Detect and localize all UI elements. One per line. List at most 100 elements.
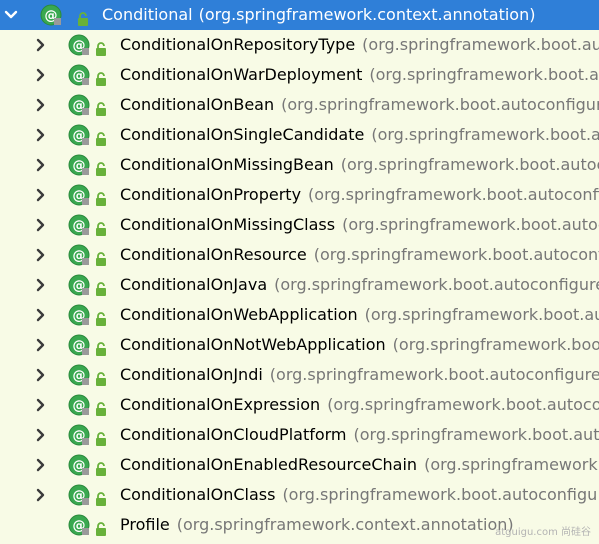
chevron-right-icon[interactable] [33, 300, 51, 330]
class-name: ConditionalOnExpression [120, 395, 321, 414]
chevron-right-icon[interactable] [33, 30, 51, 60]
package-name: (org.springframework.boot.autoc [340, 155, 599, 174]
tree-row[interactable]: @ ConditionalOnClass (org.springframework.… [0, 480, 599, 510]
chevron-right-icon[interactable] [33, 150, 51, 180]
annotation-icon: @ [68, 454, 90, 476]
class-name: ConditionalOnSingleCandidate [120, 125, 365, 144]
chevron-right-icon[interactable] [33, 210, 51, 240]
tree-row[interactable]: @ ConditionalOnWarDeployment (org.springfr… [0, 60, 599, 90]
chevron-right-icon[interactable] [33, 480, 51, 510]
tree-row-text: ConditionalOnClass (org.springframework.b… [120, 480, 597, 510]
lock-icon [94, 367, 108, 386]
package-name: (org.springframework [424, 455, 598, 474]
tree-row[interactable]: @ ConditionalOnBean (org.springframework.b… [0, 90, 599, 120]
annotation-icon: @ [68, 244, 90, 266]
package-name: (org.springframework.boot. [392, 335, 599, 354]
annotation-icon: @ [68, 64, 90, 86]
annotation-icon: @ [40, 4, 62, 26]
class-name: ConditionalOnMissingClass [120, 215, 336, 234]
chevron-right-icon[interactable] [33, 330, 51, 360]
lock-icon [94, 337, 108, 356]
class-name: Profile [120, 515, 170, 534]
package-name: (org.springframework.boot.au [362, 35, 599, 54]
tree-row[interactable]: @ ConditionalOnJava (org.springframework.b… [0, 270, 599, 300]
annotation-icon: @ [68, 514, 90, 536]
class-name: ConditionalOnEnabledResourceChain [120, 455, 418, 474]
class-name: ConditionalOnBean [120, 95, 275, 114]
tree-row-text: Profile (org.springframework.context.anno… [120, 510, 514, 540]
lock-icon [94, 67, 108, 86]
lock-icon [94, 37, 108, 56]
package-name: (org.springframework.boot.au [369, 65, 599, 84]
tree-row[interactable]: @ ConditionalOnMissingBean (org.springfram… [0, 150, 599, 180]
tree-row-text: ConditionalOnJndi (org.springframework.bo… [120, 360, 599, 390]
tree-row[interactable]: @ ConditionalOnWebApplication (org.springf… [0, 300, 599, 330]
tree-row[interactable]: @ ConditionalOnResource (org.springframewo… [0, 240, 599, 270]
class-name: Conditional [102, 5, 193, 24]
package-name: (org.springframework.boot.aut [371, 125, 599, 144]
tree-row[interactable]: @ ConditionalOnNotWebApplication (org.spri… [0, 330, 599, 360]
tree-row[interactable]: @ ConditionalOnProperty (org.springframewo… [0, 180, 599, 210]
package-name: (org.springframework.boot.autoconfigu [282, 485, 598, 504]
lock-icon [94, 247, 108, 266]
annotation-icon: @ [68, 364, 90, 386]
tree-row[interactable]: @ ConditionalOnRepositoryType (org.springf… [0, 30, 599, 60]
tree-children: @ ConditionalOnRepositoryType (org.springf… [0, 30, 599, 540]
chevron-right-icon[interactable] [33, 420, 51, 450]
package-name: (org.springframework.boot.autoconfigure [281, 95, 599, 114]
tree-row[interactable]: @ ConditionalOnMissingClass (org.springfra… [0, 210, 599, 240]
class-name: ConditionalOnResource [120, 245, 307, 264]
class-name: ConditionalOnCloudPlatform [120, 425, 347, 444]
annotation-icon: @ [68, 274, 90, 296]
tree-row-text: ConditionalOnBean (org.springframework.bo… [120, 90, 599, 120]
tree-row-text: ConditionalOnWebApplication (org.springfr… [120, 300, 599, 330]
lock-icon [94, 217, 108, 236]
tree-row[interactable]: @ ConditionalOnCloudPlatform (org.springfr… [0, 420, 599, 450]
class-name: ConditionalOnWebApplication [120, 305, 358, 324]
tree-row-text: ConditionalOnProperty (org.springframewor… [120, 180, 599, 210]
annotation-icon: @ [68, 214, 90, 236]
package-name: (org.springframework.context.annotation) [198, 5, 536, 24]
lock-icon [94, 517, 108, 536]
tree-row[interactable]: @ ConditionalOnEnabledResourceChain (org.s… [0, 450, 599, 480]
package-name: (org.springframework.boot.autocor [327, 395, 599, 414]
package-name: (org.springframework.boot.aut [364, 305, 599, 324]
annotation-icon: @ [68, 124, 90, 146]
annotation-icon: @ [68, 184, 90, 206]
annotation-icon: @ [68, 304, 90, 326]
annotation-icon: @ [68, 94, 90, 116]
annotation-icon: @ [68, 34, 90, 56]
chevron-right-icon[interactable] [33, 450, 51, 480]
chevron-right-icon[interactable] [33, 270, 51, 300]
tree-row[interactable]: @ ConditionalOnExpression (org.springframe… [0, 390, 599, 420]
tree-row-text: ConditionalOnSingleCandidate (org.springf… [120, 120, 599, 150]
tree-row[interactable]: @ ConditionalOnSingleCandidate (org.spring… [0, 120, 599, 150]
chevron-down-icon[interactable] [3, 0, 21, 30]
chevron-right-icon[interactable] [33, 120, 51, 150]
class-name: ConditionalOnProperty [120, 185, 302, 204]
package-name: (org.springframework.context.annotation) [176, 515, 514, 534]
tree-row-text: ConditionalOnWarDeployment (org.springfra… [120, 60, 599, 90]
lock-icon [94, 427, 108, 446]
lock-icon [76, 7, 90, 26]
chevron-right-icon[interactable] [33, 180, 51, 210]
package-name: (org.springframework.boot.autoc [342, 215, 599, 234]
tree-row-text: ConditionalOnExpression (org.springframew… [120, 390, 599, 420]
chevron-right-icon[interactable] [33, 60, 51, 90]
chevron-right-icon[interactable] [33, 360, 51, 390]
lock-icon [94, 187, 108, 206]
tree-row-conditional[interactable]: @ Conditional (org.springframework.contex… [0, 0, 599, 30]
chevron-right-icon[interactable] [33, 90, 51, 120]
annotation-icon: @ [68, 484, 90, 506]
tree-row-text: ConditionalOnEnabledResourceChain (org.sp… [120, 450, 598, 480]
chevron-right-icon[interactable] [33, 240, 51, 270]
annotation-icon: @ [68, 154, 90, 176]
package-name: (org.springframework.boot.autoconfigure [274, 275, 599, 294]
class-name: ConditionalOnClass [120, 485, 276, 504]
lock-icon [94, 457, 108, 476]
tree-row-text: ConditionalOnCloudPlatform (org.springfra… [120, 420, 599, 450]
type-hierarchy-tree: @ Conditional (org.springframework.contex… [0, 0, 599, 544]
tree-row-text: ConditionalOnNotWebApplication (org.sprin… [120, 330, 599, 360]
tree-row[interactable]: @ ConditionalOnJndi (org.springframework.b… [0, 360, 599, 390]
chevron-right-icon[interactable] [33, 390, 51, 420]
